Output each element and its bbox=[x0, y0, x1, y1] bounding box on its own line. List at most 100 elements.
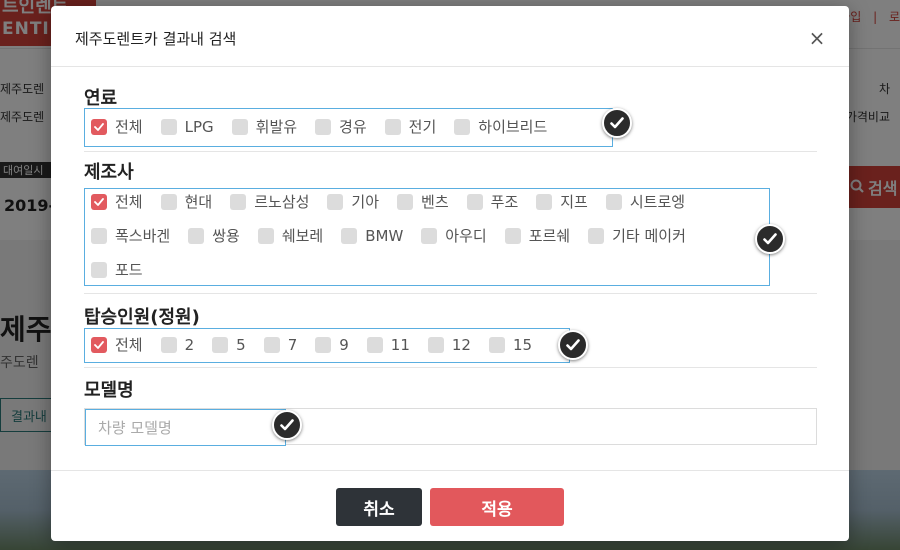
checkbox[interactable] bbox=[212, 337, 229, 353]
fuel-option[interactable]: LPG bbox=[160, 118, 214, 136]
seats-option[interactable]: 2 bbox=[160, 336, 195, 354]
check-icon bbox=[94, 198, 104, 206]
modal-title: 제주도렌트카 결과내 검색 bbox=[75, 30, 237, 48]
checkbox[interactable] bbox=[341, 228, 358, 244]
checkbox[interactable] bbox=[366, 337, 383, 353]
cancel-button[interactable]: 취소 bbox=[336, 488, 422, 526]
seats-option-label: 5 bbox=[236, 336, 246, 354]
section-divider bbox=[84, 367, 817, 368]
checkbox[interactable] bbox=[536, 194, 553, 210]
checkbox-checked[interactable] bbox=[91, 119, 107, 135]
section-divider bbox=[84, 151, 817, 152]
checkbox[interactable] bbox=[160, 119, 177, 135]
seats-option[interactable]: 11 bbox=[366, 336, 410, 354]
checkbox[interactable] bbox=[454, 119, 471, 135]
maker-option[interactable]: 푸조 bbox=[466, 193, 519, 211]
maker-option-label: 쌍용 bbox=[212, 227, 240, 245]
maker-option[interactable]: 아우디 bbox=[421, 227, 487, 245]
checkbox[interactable] bbox=[421, 228, 438, 244]
checkbox[interactable] bbox=[188, 228, 205, 244]
seats-option[interactable]: 전체 bbox=[91, 336, 143, 354]
fuel-option-label: LPG bbox=[184, 118, 214, 136]
maker-option[interactable]: 쉐보레 bbox=[257, 227, 324, 245]
modal-header: 제주도렌트카 결과내 검색 × bbox=[51, 6, 849, 67]
maker-option-label: 쉐보레 bbox=[281, 227, 324, 245]
seats-option-label: 9 bbox=[339, 336, 349, 354]
check-circle-icon bbox=[558, 330, 588, 360]
maker-option[interactable]: 지프 bbox=[536, 193, 588, 211]
checkbox[interactable] bbox=[427, 337, 444, 353]
checkbox[interactable] bbox=[230, 194, 247, 210]
maker-option[interactable]: 시트로엥 bbox=[605, 193, 685, 211]
check-circle-icon bbox=[755, 224, 785, 254]
fuel-option[interactable]: 하이브리드 bbox=[454, 118, 547, 136]
checkbox[interactable] bbox=[327, 194, 344, 210]
seats-option[interactable]: 15 bbox=[488, 336, 533, 354]
seats-option-label: 전체 bbox=[115, 336, 143, 354]
maker-option[interactable]: 현대 bbox=[160, 193, 213, 211]
fuel-option[interactable]: 휘발유 bbox=[231, 118, 297, 136]
close-icon[interactable]: × bbox=[807, 28, 827, 48]
checkbox-checked[interactable] bbox=[91, 337, 107, 353]
maker-option[interactable]: 쌍용 bbox=[188, 227, 240, 245]
checkbox[interactable] bbox=[605, 194, 622, 210]
seats-option[interactable]: 12 bbox=[427, 336, 471, 354]
seats-section-title: 탑승인원(정원) bbox=[84, 307, 200, 328]
fuel-option[interactable]: 경유 bbox=[315, 118, 367, 136]
checkbox[interactable] bbox=[397, 194, 414, 210]
checkbox[interactable] bbox=[91, 228, 107, 244]
seats-option-label: 15 bbox=[512, 336, 533, 354]
checkbox[interactable] bbox=[91, 262, 107, 278]
maker-option-label: 푸조 bbox=[490, 193, 519, 211]
fuel-option-label: 전체 bbox=[115, 118, 143, 136]
checkbox[interactable] bbox=[315, 337, 332, 353]
checkbox[interactable] bbox=[588, 228, 605, 244]
maker-option[interactable]: 벤츠 bbox=[397, 193, 449, 211]
seats-option[interactable]: 7 bbox=[263, 336, 298, 354]
maker-option[interactable]: 포르쉐 bbox=[504, 227, 570, 245]
maker-section-title: 제조사 bbox=[84, 162, 134, 183]
check-icon bbox=[94, 341, 104, 349]
checkbox[interactable] bbox=[160, 337, 177, 353]
maker-option-label: 벤츠 bbox=[421, 193, 449, 211]
model-section-title: 모델명 bbox=[84, 380, 134, 401]
checkbox[interactable] bbox=[488, 337, 505, 353]
maker-option[interactable]: 포드 bbox=[91, 261, 143, 279]
checkbox[interactable] bbox=[315, 119, 332, 135]
checkbox[interactable] bbox=[257, 228, 274, 244]
check-icon bbox=[94, 123, 104, 131]
checkbox[interactable] bbox=[504, 228, 521, 244]
fuel-section-title: 연료 bbox=[84, 88, 118, 109]
maker-option-label: 지프 bbox=[560, 193, 588, 211]
seats-options: 전체 2 5 7 9 11 12 15 bbox=[91, 336, 532, 354]
checkbox[interactable] bbox=[160, 194, 177, 210]
checkbox[interactable] bbox=[263, 337, 280, 353]
checkbox[interactable] bbox=[466, 194, 483, 210]
seats-option[interactable]: 5 bbox=[212, 336, 246, 354]
maker-option[interactable]: 기아 bbox=[327, 193, 379, 211]
fuel-option[interactable]: 전체 bbox=[91, 118, 143, 136]
maker-option[interactable]: 르노삼성 bbox=[230, 193, 309, 211]
maker-option-label: 현대 bbox=[184, 193, 213, 211]
seats-option-label: 7 bbox=[287, 336, 298, 354]
checkbox[interactable] bbox=[231, 119, 248, 135]
maker-option[interactable]: BMW bbox=[341, 227, 403, 245]
maker-options-row-2: 폭스바겐 쌍용 쉐보레 BMW 아우디 포르쉐 기타 메이커 bbox=[91, 227, 686, 245]
seats-option-label: 2 bbox=[184, 336, 195, 354]
apply-button[interactable]: 적용 bbox=[430, 488, 564, 526]
modal-footer: 취소 적용 bbox=[51, 470, 849, 541]
maker-option-label: 르노삼성 bbox=[254, 193, 310, 211]
section-divider bbox=[84, 293, 817, 294]
maker-option[interactable]: 폭스바겐 bbox=[91, 227, 170, 245]
maker-options-row-1: 전체 현대 르노삼성 기아 벤츠 푸조 지프 시트로엥 bbox=[91, 193, 685, 211]
model-name-input[interactable] bbox=[85, 409, 286, 446]
maker-option[interactable]: 기타 메이커 bbox=[588, 227, 686, 245]
maker-option[interactable]: 전체 bbox=[91, 193, 143, 211]
checkbox-checked[interactable] bbox=[91, 194, 107, 210]
seats-option[interactable]: 9 bbox=[315, 336, 349, 354]
result-search-modal: 제주도렌트카 결과내 검색 × 연료 전체 LPG 휘발유 경유 전기 하이브리드 제조사… bbox=[51, 6, 849, 541]
checkbox[interactable] bbox=[384, 119, 401, 135]
seats-option-label: 11 bbox=[390, 336, 410, 354]
check-circle-icon bbox=[272, 410, 302, 440]
fuel-option[interactable]: 전기 bbox=[384, 118, 436, 136]
